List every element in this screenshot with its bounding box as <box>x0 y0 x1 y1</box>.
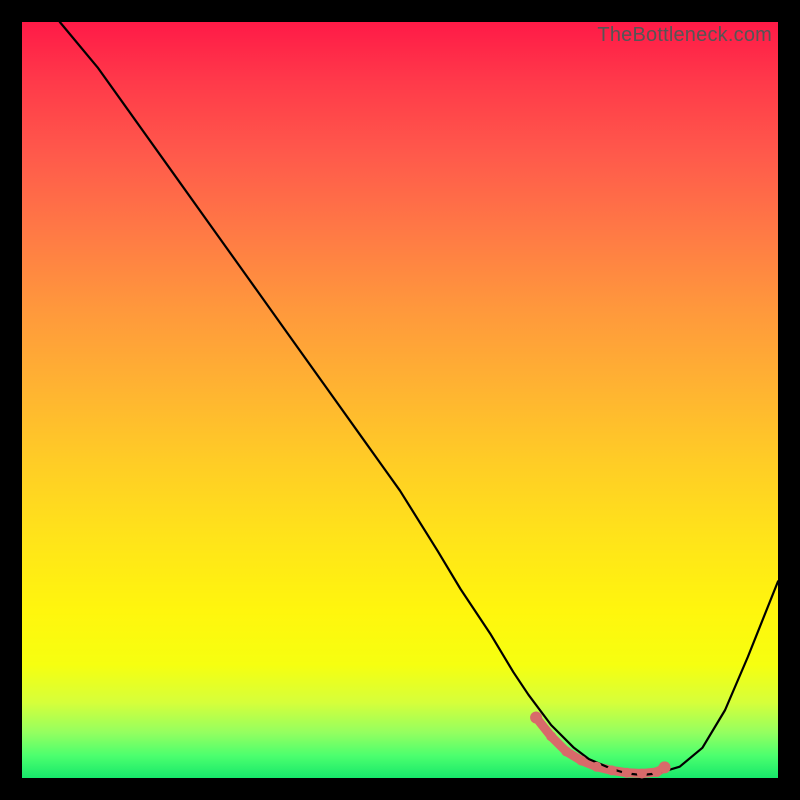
watermark-text: TheBottleneck.com <box>597 24 772 47</box>
optimal-band-dot <box>592 762 602 772</box>
optimal-band-dot <box>546 731 556 741</box>
optimal-band-dot <box>622 768 632 778</box>
optimal-band-dot <box>561 747 571 757</box>
optimal-band-dot <box>576 756 586 766</box>
chart-svg <box>22 22 778 778</box>
optimal-band-dot <box>637 769 647 779</box>
chart-plot-area: TheBottleneck.com <box>22 22 778 778</box>
optimal-band-dot <box>607 765 617 775</box>
optimal-band-dot <box>530 712 542 724</box>
optimal-band-dot <box>659 761 671 773</box>
bottleneck-curve-line <box>60 22 778 775</box>
